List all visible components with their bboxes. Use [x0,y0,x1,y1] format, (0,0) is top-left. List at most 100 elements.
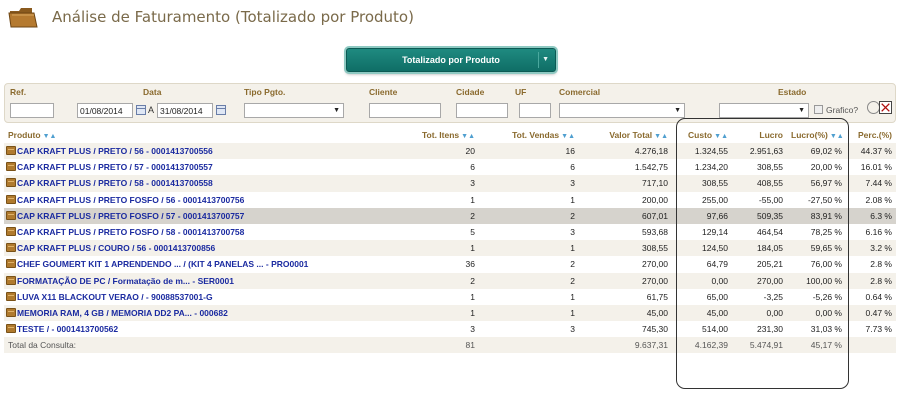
product-cell[interactable]: CHEF GOUMERT KIT 1 APRENDENDO ... / (KIT… [4,256,404,273]
tot-vendas-cell: 6 [479,159,579,176]
product-link[interactable]: CAP KRAFT PLUS / PRETO FOSFO / 57 - 0001… [17,211,244,221]
table-row[interactable]: CAP KRAFT PLUS / PRETO FOSFO / 58 - 0001… [4,223,896,241]
estado-select[interactable]: ▼ [719,103,809,118]
product-link[interactable]: CHEF GOUMERT KIT 1 APRENDENDO ... / (KIT… [17,259,308,269]
product-cell[interactable]: FORMATAÇÃO DE PC / Formatação de m... - … [4,272,404,289]
tipo-pgto-select[interactable]: ▼ [244,103,344,118]
table-row[interactable]: CAP KRAFT PLUS / PRETO / 57 - 0001413700… [4,159,896,176]
lucro-pct-cell: -5,26 % [787,288,846,305]
custo-cell: 97,66 [672,207,732,224]
perc-cell: 2.8 % [846,256,896,273]
col-label: Valor Total [609,130,653,140]
table-row[interactable]: CAP KRAFT PLUS / PRETO / 58 - 0001413700… [4,175,896,192]
sort-icon[interactable]: ▼▲ [43,133,57,140]
cidade-input[interactable] [456,103,508,118]
uf-input[interactable] [519,103,551,118]
sort-icon[interactable]: ▼▲ [654,133,668,140]
cliente-input[interactable] [369,103,441,118]
perc-cell: 44.37 % [846,143,896,160]
custo-cell: 65,00 [672,288,732,305]
col-tot-itens[interactable]: Tot. Itens ▼▲ [404,127,479,143]
date-to-input[interactable] [157,103,213,118]
ref-input[interactable] [10,103,54,118]
custo-cell: 64,79 [672,256,732,273]
table-row[interactable]: TESTE / - 0001413700562 3 3 745,30 514,00 231… [4,321,896,338]
table-row[interactable]: CAP KRAFT PLUS / PRETO FOSFO / 56 - 0001… [4,191,896,208]
page-header: Análise de Faturamento (Totalizado por P… [8,4,414,30]
product-cell[interactable]: LUVA X11 BLACKOUT VERAO / - 90088537001-… [4,288,404,305]
tipo-pgto-label: Tipo Pgto. [244,87,286,97]
col-label: Tot. Vendas [512,130,560,140]
view-mode-value: Totalizado por Produto [402,55,500,65]
product-cell[interactable]: CAP KRAFT PLUS / PRETO / 57 - 0001413700… [4,159,404,176]
product-cell[interactable]: CAP KRAFT PLUS / PRETO FOSFO / 56 - 0001… [4,191,404,208]
totals-row: Total da Consulta: 81 9.637,31 4.162,39 … [4,337,896,354]
sort-icon[interactable]: ▼▲ [830,133,844,140]
product-link[interactable]: CAP KRAFT PLUS / COURO / 56 - 0001413700… [17,243,215,253]
lucro-pct-cell: 83,91 % [787,207,846,224]
table-row[interactable]: MEMORIA RAM, 4 GB / MEMORIA DD2 PA... - … [4,304,896,322]
product-cell[interactable]: TESTE / - 0001413700562 [4,321,404,338]
product-cell[interactable]: CAP KRAFT PLUS / PRETO FOSFO / 58 - 0001… [4,223,404,241]
valor-total-cell: 270,00 [579,256,672,273]
comercial-select[interactable]: ▼ [559,103,685,118]
calendar-icon[interactable] [216,105,226,115]
valor-total-cell: 270,00 [579,272,672,289]
product-link[interactable]: LUVA X11 BLACKOUT VERAO / - 90088537001-… [17,292,213,302]
product-cell[interactable]: CAP KRAFT PLUS / PRETO FOSFO / 57 - 0001… [4,207,404,224]
date-separator: A [148,105,155,115]
product-link[interactable]: CAP KRAFT PLUS / PRETO FOSFO / 56 - 0001… [17,195,244,205]
col-lucro-pct[interactable]: Lucro(%) ▼▲ [787,127,846,143]
totals-vendas [479,337,579,354]
tot-itens-cell: 1 [404,240,479,257]
totals-valor: 9.637,31 [579,337,672,354]
chevron-down-icon: ▼ [542,56,549,63]
tot-vendas-cell: 1 [479,304,579,322]
valor-total-cell: 45,00 [579,304,672,322]
product-cell[interactable]: CAP KRAFT PLUS / PRETO / 58 - 0001413700… [4,175,404,192]
col-custo[interactable]: Custo ▼▲ [672,127,732,143]
close-icon[interactable] [879,101,892,114]
perc-cell: 16.01 % [846,159,896,176]
table-row[interactable]: CAP KRAFT PLUS / PRETO / 56 - 0001413700… [4,143,896,160]
col-tot-vendas[interactable]: Tot. Vendas ▼▲ [479,127,579,143]
perc-cell: 2.08 % [846,191,896,208]
lucro-cell: 184,05 [732,240,787,257]
product-link[interactable]: FORMATAÇÃO DE PC / Formatação de m... - … [17,276,234,286]
table-row[interactable]: CHEF GOUMERT KIT 1 APRENDENDO ... / (KIT… [4,256,896,273]
sort-icon[interactable]: ▼▲ [561,133,575,140]
view-mode-select[interactable]: Totalizado por Produto ▼ [346,48,556,72]
tot-itens-cell: 2 [404,272,479,289]
lucro-cell: 270,00 [732,272,787,289]
valor-total-cell: 1.542,75 [579,159,672,176]
tot-vendas-cell: 2 [479,207,579,224]
product-link[interactable]: CAP KRAFT PLUS / PRETO / 56 - 0001413700… [17,146,213,156]
product-link[interactable]: CAP KRAFT PLUS / PRETO / 57 - 0001413700… [17,162,213,172]
tot-itens-cell: 1 [404,304,479,322]
product-cell[interactable]: CAP KRAFT PLUS / COURO / 56 - 0001413700… [4,240,404,257]
table-row[interactable]: FORMATAÇÃO DE PC / Formatação de m... - … [4,272,896,289]
tot-vendas-cell: 2 [479,256,579,273]
table-row[interactable]: CAP KRAFT PLUS / PRETO FOSFO / 57 - 0001… [4,207,896,224]
product-link[interactable]: MEMORIA RAM, 4 GB / MEMORIA DD2 PA... - … [17,308,228,318]
sort-icon[interactable]: ▼▲ [714,133,728,140]
product-link[interactable]: TESTE / - 0001413700562 [17,324,118,334]
table-row[interactable]: CAP KRAFT PLUS / COURO / 56 - 0001413700… [4,240,896,257]
date-from-input[interactable] [77,103,133,118]
grafico-checkbox[interactable] [814,105,823,114]
col-perc: Perc.(%) [846,127,896,143]
totals-label: Total da Consulta: [4,337,404,354]
table-row[interactable]: LUVA X11 BLACKOUT VERAO / - 90088537001-… [4,288,896,305]
col-produto[interactable]: Produto ▼▲ [4,127,404,143]
custo-cell: 1.234,20 [672,159,732,176]
sort-icon[interactable]: ▼▲ [461,133,475,140]
product-cell[interactable]: CAP KRAFT PLUS / PRETO / 56 - 0001413700… [4,143,404,160]
calendar-icon[interactable] [136,105,146,115]
lucro-cell: 408,55 [732,175,787,192]
col-valor-total[interactable]: Valor Total ▼▲ [579,127,672,143]
tot-vendas-cell: 3 [479,223,579,241]
product-link[interactable]: CAP KRAFT PLUS / PRETO / 58 - 0001413700… [17,178,213,188]
product-cell[interactable]: MEMORIA RAM, 4 GB / MEMORIA DD2 PA... - … [4,304,404,322]
product-link[interactable]: CAP KRAFT PLUS / PRETO FOSFO / 58 - 0001… [17,227,244,237]
valor-total-cell: 4.276,18 [579,143,672,160]
